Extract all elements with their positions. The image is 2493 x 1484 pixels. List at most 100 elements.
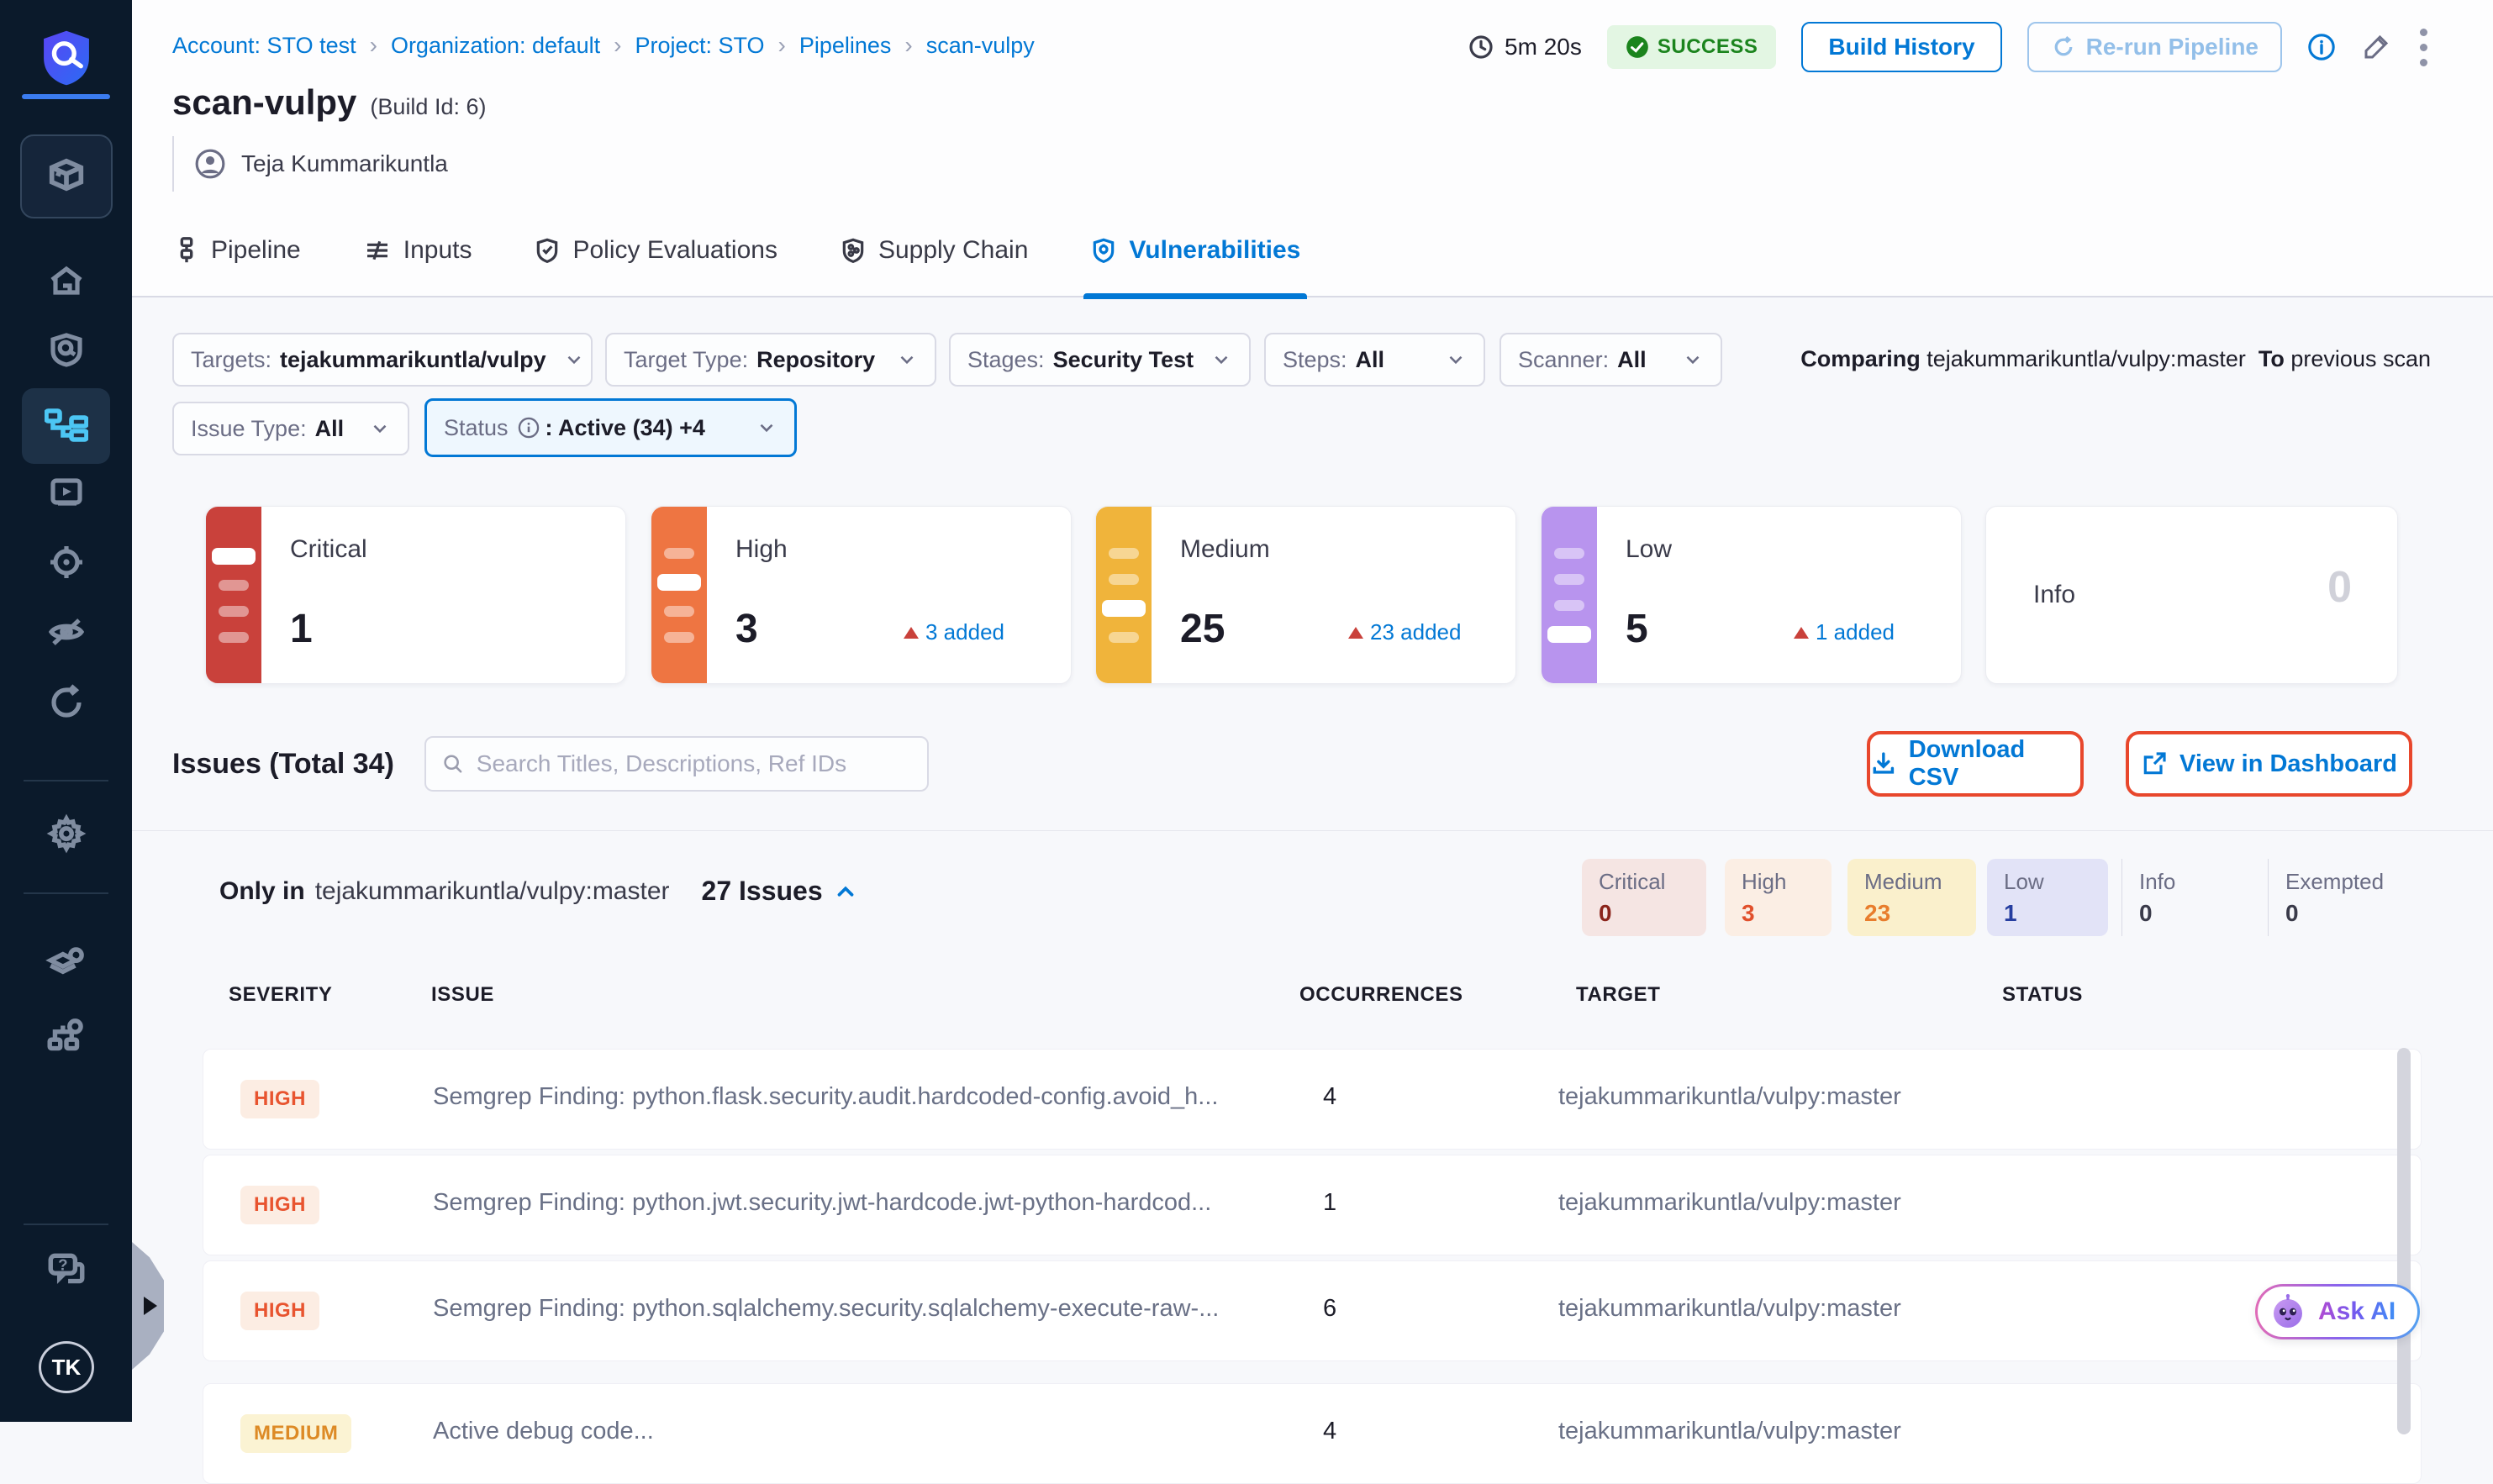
nav-executions[interactable] — [0, 472, 132, 517]
severity-badge: HIGH — [240, 1186, 319, 1224]
module-accent-bar — [22, 94, 110, 99]
page-title: scan-vulpy — [172, 82, 356, 123]
sidebar-divider — [24, 780, 108, 781]
issue-row[interactable]: HIGH Semgrep Finding: python.jwt.securit… — [203, 1155, 2422, 1255]
triangle-up-icon — [904, 627, 919, 639]
issue-title[interactable]: Semgrep Finding: python.jwt.security.jwt… — [433, 1189, 1282, 1217]
breadcrumb-separator: › — [614, 32, 621, 59]
ask-ai-button[interactable]: Ask AI — [2255, 1284, 2420, 1339]
severity-card-critical[interactable]: Critical 1 — [205, 506, 626, 684]
trigger-user-row: Teja Kummarikuntla — [172, 136, 448, 192]
vulnerabilities-shield-icon — [1090, 236, 1117, 265]
download-icon — [1870, 750, 1897, 777]
card-count: 25 — [1180, 606, 1225, 652]
table-scrollbar[interactable] — [2397, 1048, 2411, 1434]
col-occurrences: OCCURRENCES — [1299, 983, 1463, 1007]
edit-pencil-icon[interactable] — [2361, 32, 2391, 62]
comparing-text: Comparing tejakummarikuntla/vulpy:master… — [1800, 346, 2431, 372]
user-avatar[interactable]: TK — [39, 1341, 94, 1393]
harness-sto-logo[interactable] — [0, 29, 132, 87]
play-box-icon — [46, 472, 87, 517]
nav-account-resources[interactable] — [0, 1015, 132, 1061]
build-history-button[interactable]: Build History — [1801, 22, 2001, 72]
issue-row[interactable]: HIGH Semgrep Finding: python.flask.secur… — [203, 1049, 2422, 1150]
issue-row[interactable]: MEDIUM Active debug code... 4 tejakummar… — [203, 1383, 2422, 1484]
card-label: Medium — [1180, 535, 1270, 564]
issues-search[interactable] — [424, 736, 929, 792]
trigger-user-name: Teja Kummarikuntla — [241, 150, 448, 177]
ai-bot-icon — [2268, 1292, 2308, 1332]
target-group-header[interactable]: Only in tejakummarikuntla/vulpy:master 2… — [219, 876, 858, 907]
nav-reruns[interactable] — [0, 682, 132, 727]
severity-badge: MEDIUM — [240, 1414, 351, 1453]
tab-supply-chain[interactable]: Supply Chain — [840, 220, 1028, 281]
added-text: 23 added — [1370, 619, 1461, 645]
nav-pipelines-active[interactable] — [22, 388, 110, 464]
filter-steps[interactable]: Steps: All — [1264, 333, 1485, 387]
breadcrumb-account[interactable]: Account: STO test — [172, 33, 356, 59]
layers-gear-icon — [45, 943, 87, 989]
filter-scanner[interactable]: Scanner: All — [1499, 333, 1722, 387]
chevron-down-icon — [352, 418, 391, 439]
breadcrumb-project[interactable]: Project: STO — [635, 33, 764, 59]
chip-info: Info 0 — [2121, 859, 2231, 936]
nav-overview[interactable] — [0, 329, 132, 374]
issue-title[interactable]: Semgrep Finding: python.sqlalchemy.secur… — [433, 1295, 1282, 1323]
chevron-down-icon — [1665, 349, 1704, 371]
chip-value: 0 — [2139, 900, 2214, 927]
filter-status[interactable]: Status : Active (34) +4 — [424, 398, 797, 457]
info-icon[interactable] — [2307, 33, 2336, 61]
nav-settings[interactable] — [0, 812, 132, 858]
more-options-menu[interactable] — [2417, 25, 2431, 70]
nav-targets[interactable] — [0, 542, 132, 587]
tab-policy-evaluations[interactable]: Policy Evaluations — [534, 220, 777, 281]
tab-inputs[interactable]: Inputs — [363, 220, 472, 281]
filter-target-type[interactable]: Target Type: Repository — [605, 333, 936, 387]
section-divider — [132, 830, 2493, 831]
ask-ai-label: Ask AI — [2318, 1297, 2395, 1326]
chevron-up-icon[interactable] — [833, 879, 858, 904]
download-csv-button[interactable]: Download CSV — [1867, 731, 2084, 797]
breadcrumb-current[interactable]: scan-vulpy — [926, 33, 1035, 59]
card-count: 3 — [735, 606, 758, 652]
supply-chain-shield-icon — [840, 236, 867, 265]
clock-icon — [1468, 34, 1494, 61]
card-label: Low — [1626, 535, 1672, 564]
severity-card-medium[interactable]: Medium 25 23 added — [1095, 506, 1516, 684]
view-in-dashboard-button[interactable]: View in Dashboard — [2126, 731, 2412, 797]
breadcrumb-pipelines[interactable]: Pipelines — [799, 33, 892, 59]
added-indicator: 1 added — [1794, 619, 1895, 645]
filter-targets[interactable]: Targets: tejakummarikuntla/vulpy — [172, 333, 593, 387]
issue-title[interactable]: Semgrep Finding: python.flask.security.a… — [433, 1083, 1282, 1111]
nav-home[interactable] — [0, 262, 132, 307]
filter-stages[interactable]: Stages: Security Test — [949, 333, 1251, 387]
filter-issue-type[interactable]: Issue Type: All — [172, 402, 409, 455]
info-icon — [517, 416, 540, 439]
nav-help[interactable]: ? — [0, 1249, 132, 1295]
severity-card-info[interactable]: Info 0 — [1985, 506, 2398, 684]
chip-critical: Critical 0 — [1582, 859, 1706, 936]
added-text: 1 added — [1816, 619, 1895, 645]
filter-value: All — [315, 416, 345, 442]
nav-default-settings[interactable] — [0, 943, 132, 989]
sidebar-divider — [24, 1224, 108, 1225]
added-text: 3 added — [925, 619, 1004, 645]
rerun-pipeline-button[interactable]: Re-run Pipeline — [2027, 22, 2282, 72]
tab-vulnerabilities[interactable]: Vulnerabilities — [1090, 220, 1300, 281]
tab-label: Inputs — [403, 236, 472, 265]
search-input[interactable] — [477, 750, 912, 777]
sidebar-divider — [24, 892, 108, 894]
tab-pipeline[interactable]: Pipeline — [174, 220, 301, 281]
nav-exemptions[interactable] — [0, 612, 132, 656]
severity-card-low[interactable]: Low 5 1 added — [1541, 506, 1962, 684]
issue-row[interactable]: HIGH Semgrep Finding: python.sqlalchemy.… — [203, 1260, 2422, 1361]
chip-label: Exempted — [2285, 869, 2394, 895]
module-selector[interactable] — [20, 134, 113, 218]
status-badge: SUCCESS — [1607, 25, 1777, 69]
pipelines-icon — [45, 408, 88, 445]
severity-card-high[interactable]: High 3 3 added — [651, 506, 1072, 684]
issues-total-title: Issues (Total 34) — [172, 748, 394, 781]
breadcrumb-organization[interactable]: Organization: default — [391, 33, 600, 59]
severity-badge: HIGH — [240, 1292, 319, 1330]
user-avatar-icon — [194, 148, 226, 180]
